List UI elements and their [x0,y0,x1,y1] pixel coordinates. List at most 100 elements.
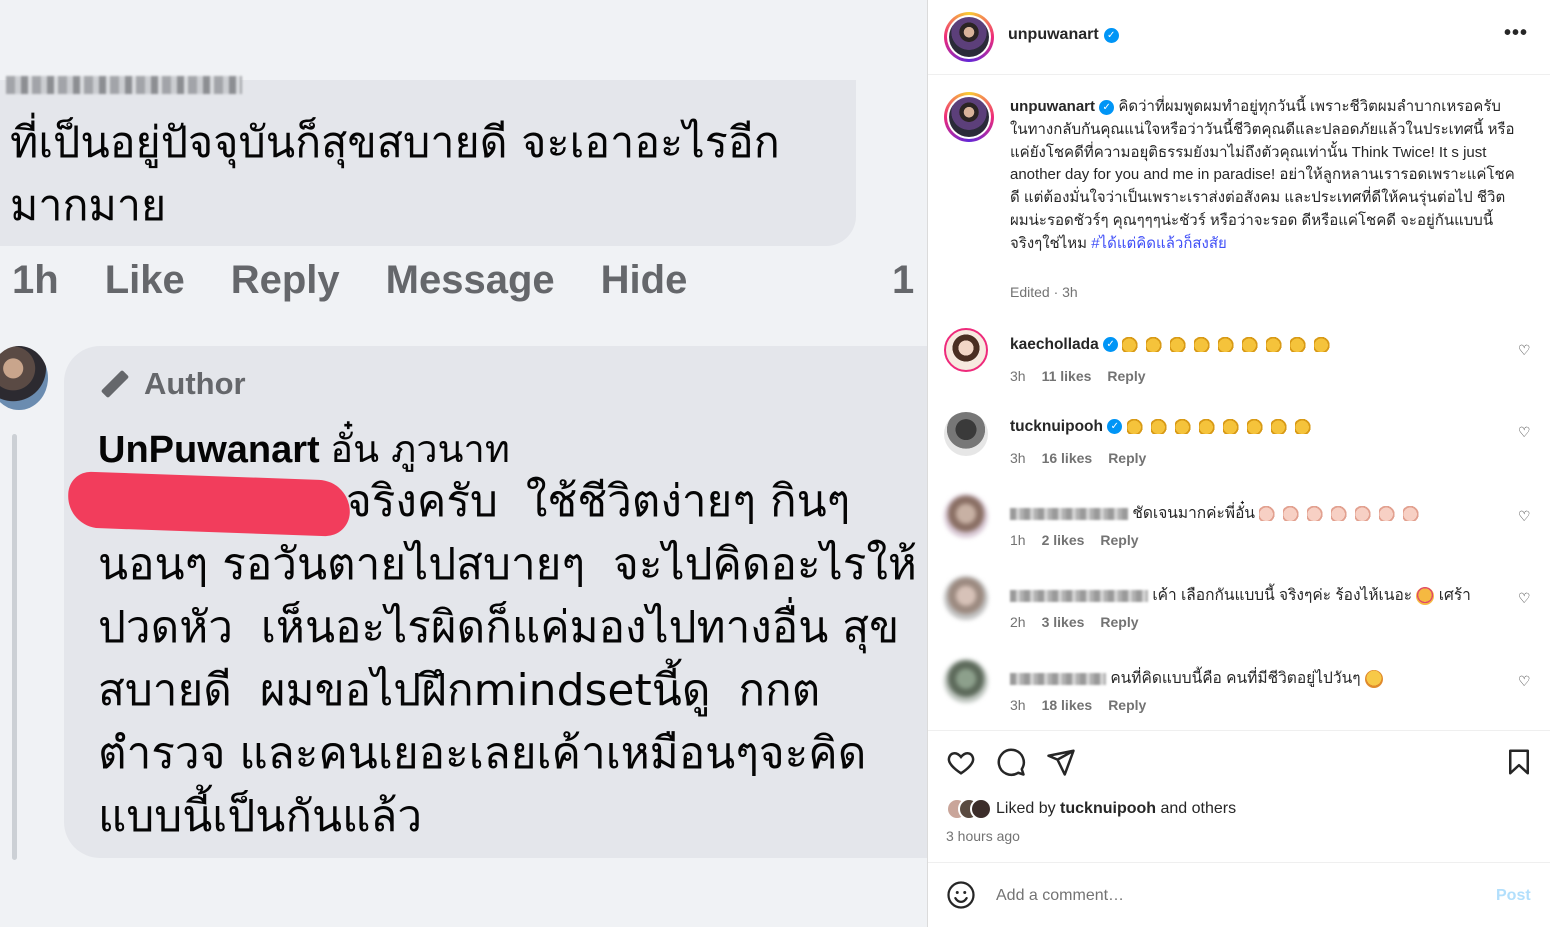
more-dots-icon[interactable]: ••• [1504,22,1528,45]
liked-by-suffix[interactable]: and others [1156,800,1236,817]
fb-time: 1h [12,258,59,302]
caption-hashtag[interactable]: #ได้แต่คิดแล้วก็สงสัย [1091,235,1227,252]
comment-likes[interactable]: 2 likes [1042,532,1085,548]
comment-likes[interactable]: 3 likes [1042,614,1085,630]
liked-by-user[interactable]: tucknuipooh [1060,800,1156,817]
emoji-icon[interactable] [946,880,976,910]
comment-meta: 1h 2 likes Reply [1010,532,1139,548]
comment-avatar[interactable] [944,412,988,456]
divider [928,730,1550,731]
fb-like: Like [104,258,185,302]
comment-text: เค้า เลือกกันแบบนี้ จริงๆค่ะ ร้องไห้เนอะ [1152,587,1413,604]
comment-avatar[interactable] [944,659,988,703]
comment-input[interactable]: Add a comment… [996,887,1124,905]
verified-badge-icon: ✓ [1099,99,1115,115]
comment-avatar[interactable] [944,494,988,538]
clap-emoji-row [1259,505,1427,522]
pen-icon [98,367,132,401]
header-username[interactable]: unpuwanart ✓ [1008,26,1119,44]
fb-reply: Reply [230,258,340,302]
comment-reply[interactable]: Reply [1108,450,1146,466]
liked-by: Liked by tucknuipooh and others [946,798,1236,820]
caption-text: คิดว่าที่ผมพูดผมทำอยู่ทุกวันนี้ เพราะชีว… [1010,98,1515,252]
comment-item: เค้า เลือกกันแบบนี้ จริงๆค่ะ ร้องไห้เนอะ… [928,572,1550,642]
blurred-username [1010,672,1106,685]
comment-likes[interactable]: 16 likes [1042,450,1093,466]
comment-username[interactable]: kaechollada [1010,336,1099,353]
comment-time: 2h [1010,614,1026,630]
comment-item: คนที่คิดแบบนี้คือ คนที่มีชีวิตอยู่ไปวันๆ… [928,655,1550,725]
comment-username[interactable]: tucknuipooh [1010,418,1103,435]
verified-badge-icon: ✓ [1107,419,1123,435]
comment-reply[interactable]: Reply [1108,697,1146,713]
verified-badge-icon: ✓ [1103,27,1119,43]
caption-avatar[interactable] [944,92,994,142]
comment-icon[interactable] [996,747,1026,777]
fb-message: Message [385,258,555,302]
fb-comment-text: ที่เป็นอยู่ปัจจุบันก็สุขสบายดี จะเอาอะไร… [10,118,780,231]
bookmark-icon[interactable] [1504,747,1534,777]
clap-emoji-row [1122,336,1338,353]
comment-like-icon[interactable]: ♡ [1518,673,1531,690]
add-comment-bar: Add a comment… Post [928,862,1550,927]
fb-hide: Hide [600,258,688,302]
author-label: Author [144,366,246,401]
author-badge: Author [98,366,246,402]
edited-time: Edited · 3h [1010,284,1078,300]
fb-author-avatar [0,346,48,410]
comment-like-icon[interactable]: ♡ [1518,508,1531,525]
comment-meta: 3h 16 likes Reply [1010,450,1146,466]
comment-time: 3h [1010,368,1026,384]
comment-like-icon[interactable]: ♡ [1518,424,1531,441]
thread-line [12,434,17,860]
comment-time: 3h [1010,697,1026,713]
blurred-username [1010,589,1148,602]
comment-likes[interactable]: 11 likes [1042,368,1092,384]
comment-line: เค้า เลือกกันแบบนี้ จริงๆค่ะ ร้องไห้เนอะ… [1010,582,1471,607]
comment-text: คนที่คิดแบบนี้คือ คนที่มีชีวิตอยู่ไปวันๆ [1110,670,1361,687]
blurred-commenter-name [6,76,242,94]
caption-username[interactable]: unpuwanart [1010,98,1095,115]
post-caption: unpuwanart ✓ คิดว่าที่ผมพูดผมทำอยู่ทุกวั… [1010,96,1516,256]
clap-emoji-row [1126,418,1319,435]
blurred-username [1010,507,1128,520]
comment-meta: 3h 18 likes Reply [1010,697,1146,713]
share-icon[interactable] [1046,747,1076,777]
comment-item: tucknuipooh ✓ 3h 16 likes Reply ♡ [928,408,1550,478]
post-time: 3 hours ago [946,828,1020,844]
comment-line: คนที่คิดแบบนี้คือ คนที่มีชีวิตอยู่ไปวันๆ [1010,665,1383,690]
liked-by-text: Liked by tucknuipooh and others [996,800,1236,818]
comment-item: ชัดเจนมากค่ะพี่อั๋น 1h 2 likes Reply ♡ [928,490,1550,560]
liked-by-avatars [946,798,992,820]
liked-by-prefix: Liked by [996,800,1061,817]
comment-like-icon[interactable]: ♡ [1518,342,1531,359]
comment-avatar[interactable] [944,576,988,620]
fb-reply-name-thai: อั๋น ภูวนาท [330,427,510,471]
comment-avatar[interactable] [944,328,988,372]
fb-reply-name-latin: UnPuwanart [98,429,320,471]
comment-line: kaechollada ✓ [1010,336,1338,354]
post-button[interactable]: Post [1496,887,1531,905]
comment-text: ชัดเจนมากค่ะพี่อั๋น [1132,505,1255,522]
heart-icon[interactable] [946,747,976,777]
comment-like-icon[interactable]: ♡ [1518,590,1531,607]
crying-face-icon [1416,586,1435,605]
comment-reply[interactable]: Reply [1107,368,1145,384]
comment-reply[interactable]: Reply [1100,532,1138,548]
post-image: ที่เป็นอยู่ปัจจุบันก็สุขสบายดี จะเอาอะไร… [0,0,927,927]
comment-likes[interactable]: 18 likes [1042,697,1093,713]
header-avatar[interactable] [944,12,994,62]
flushed-face-icon [1364,669,1383,688]
post-header: unpuwanart ✓ ••• [928,0,1550,75]
post-panel: unpuwanart ✓ ••• unpuwanart ✓ คิดว่าที่ผ… [927,0,1550,927]
avatar [970,798,992,820]
header-username-text[interactable]: unpuwanart [1008,26,1099,44]
comment-reply[interactable]: Reply [1100,614,1138,630]
comment-item: kaechollada ✓ 3h 11 likes Reply ♡ [928,326,1550,396]
comment-time: 1h [1010,532,1026,548]
post-action-bar [946,747,1076,777]
comment-line: ชัดเจนมากค่ะพี่อั๋น [1010,500,1427,525]
comment-line: tucknuipooh ✓ [1010,418,1319,436]
fb-comment-actions: 1h Like Reply Message Hide [12,258,687,303]
fb-reply-count: 1 [892,258,915,302]
